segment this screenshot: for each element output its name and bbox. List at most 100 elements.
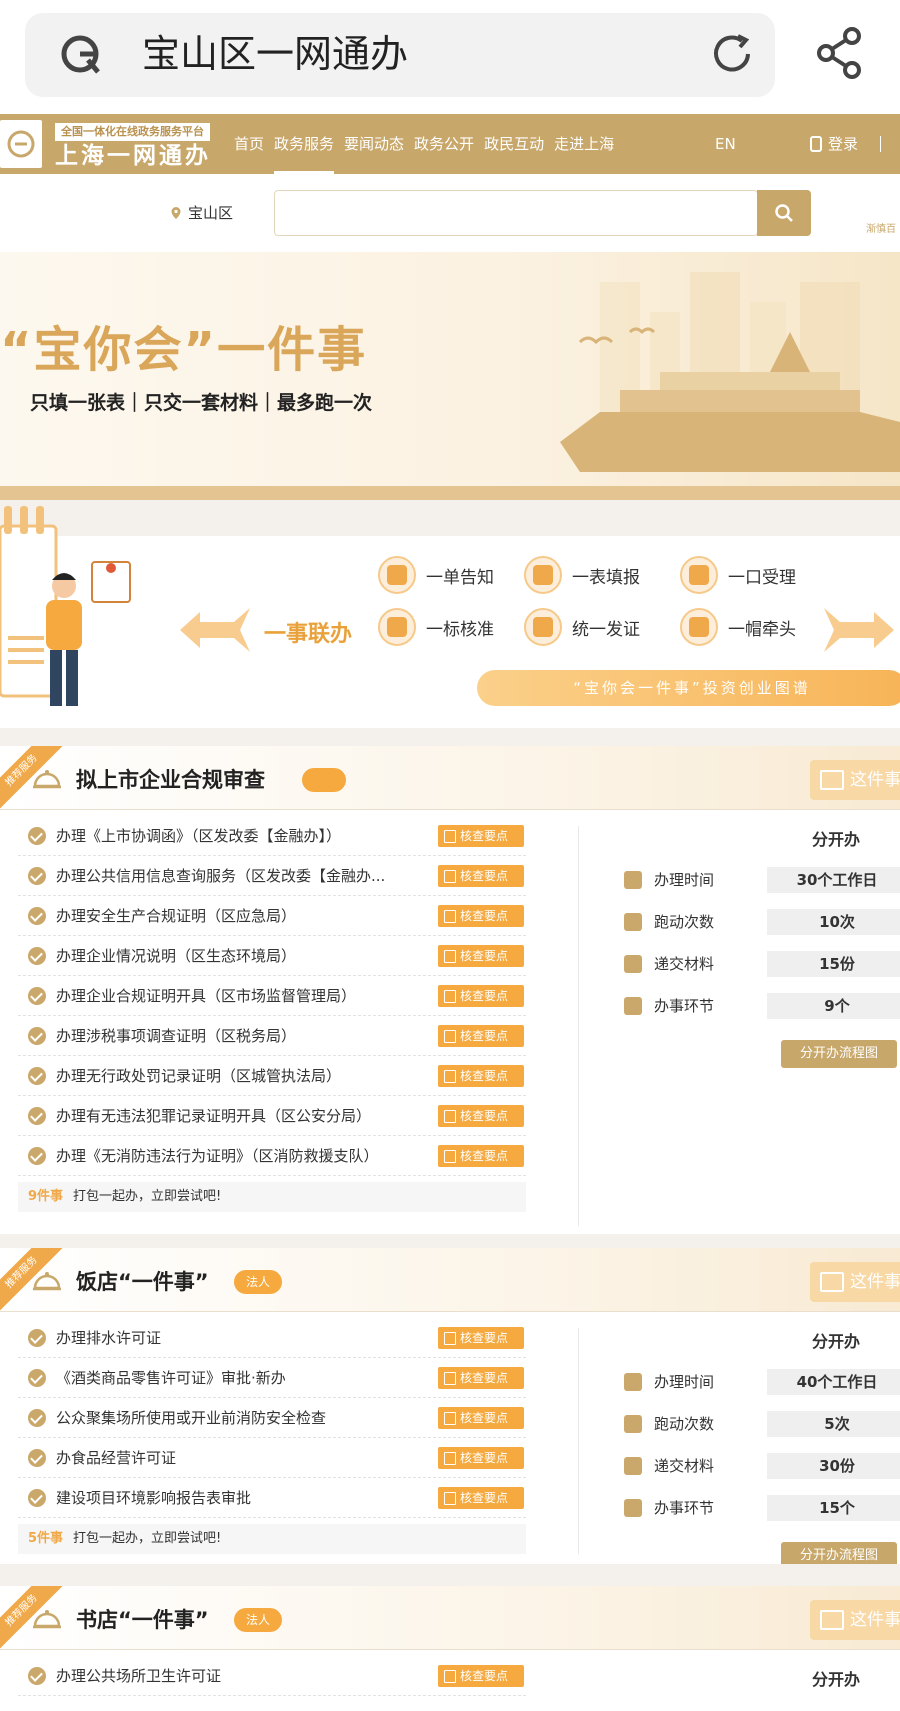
arrows-left-icon — [180, 608, 250, 652]
region-selector[interactable]: 宝山区 — [170, 202, 233, 223]
book-icon — [820, 1610, 844, 1630]
this-matter-button[interactable]: 这件事 — [810, 760, 900, 800]
split-title: 分开办 — [812, 830, 861, 849]
check-points-button[interactable]: 核查要点 — [438, 1327, 524, 1349]
location-pin-icon — [171, 206, 181, 219]
this-matter-button[interactable]: 这件事 — [810, 1262, 900, 1302]
list-item[interactable]: 办食品经营许可证 核查要点 — [18, 1438, 526, 1478]
bundle-footer[interactable]: 9件事 打包一起办，立即尝试吧! — [18, 1182, 526, 1212]
stat-trips: 跑动次数 10次 — [600, 908, 900, 936]
bundle-hint: 打包一起办，立即尝试吧! — [73, 1531, 222, 1546]
list-item[interactable]: 办理《上市协调函》（区发改委【金融办】） 核查要点 — [18, 816, 526, 856]
running-icon — [624, 913, 642, 931]
check-points-button[interactable]: 核查要点 — [438, 1367, 524, 1389]
list-item[interactable]: 《酒类商品零售许可证》审批·新办 核查要点 — [18, 1358, 526, 1398]
nav-open-gov[interactable]: 政务公开 — [414, 114, 474, 174]
list-item[interactable]: 办理企业合规证明开具（区市场监督管理局） 核查要点 — [18, 976, 526, 1016]
matter-count: 5件事 — [28, 1531, 64, 1546]
search-button[interactable] — [757, 190, 811, 236]
banner[interactable]: “宝你会”一件事 只填一张表｜只交一套材料｜最多跑一次 — [0, 252, 900, 500]
search-input[interactable] — [274, 190, 758, 236]
stat-value: 15个 — [767, 1495, 900, 1521]
flowchart-button[interactable]: 分开办流程图 — [781, 1040, 897, 1068]
column-divider — [578, 826, 579, 1226]
stat-value: 15份 — [767, 951, 900, 977]
check-circle-icon — [28, 987, 46, 1005]
nav-about-shanghai[interactable]: 走进上海 — [554, 114, 614, 174]
language-switch[interactable]: EN — [715, 114, 736, 174]
check-points-button[interactable]: 核查要点 — [438, 1105, 524, 1127]
share-icon[interactable] — [814, 26, 864, 80]
flowchart-button[interactable]: 分开办流程图 — [781, 1542, 897, 1564]
list-item[interactable]: 办理公共信用信息查询服务（区发改委【金融办... 核查要点 — [18, 856, 526, 896]
search-right-hint: 渐慎百 — [866, 224, 896, 235]
check-points-button[interactable]: 核查要点 — [438, 865, 524, 887]
promo-section: 一事联办 一单告知 一表填报 一口受理 一标核准 统一发证 一帽牵头 “宝你会一… — [0, 506, 900, 728]
phone-icon — [810, 136, 822, 152]
stat-value: 9个 — [767, 993, 900, 1019]
site-name[interactable]: 上海一网通办 — [55, 142, 211, 170]
item-label: 办理有无违法犯罪记录证明开具（区公安分局） — [56, 1107, 372, 1125]
feature-unified-cert: 统一发证 — [524, 608, 640, 646]
nav-gov-services[interactable]: 政务服务 — [274, 114, 335, 174]
document-icon — [624, 997, 642, 1015]
check-points-button[interactable]: 核查要点 — [438, 1145, 524, 1167]
list-item[interactable]: 办理排水许可证 核查要点 — [18, 1318, 526, 1358]
check-points-button[interactable]: 核查要点 — [438, 1447, 524, 1469]
check-points-button[interactable]: 核查要点 — [438, 905, 524, 927]
stat-label: 跑动次数 — [654, 1415, 715, 1433]
list-item[interactable]: 公众聚集场所使用或开业前消防安全检查 核查要点 — [18, 1398, 526, 1438]
login-link[interactable]: 登录 — [810, 114, 858, 174]
check-points-button[interactable]: 核查要点 — [438, 825, 524, 847]
check-circle-icon — [28, 1667, 46, 1685]
stat-value: 5次 — [767, 1411, 900, 1437]
check-points-button[interactable]: 核查要点 — [438, 1665, 524, 1687]
list-item[interactable]: 办理涉税事项调查证明（区税务局） 核查要点 — [18, 1016, 526, 1056]
section-gap — [0, 1234, 900, 1248]
check-points-button[interactable]: 核查要点 — [438, 1487, 524, 1509]
check-points-button[interactable]: 核查要点 — [438, 1407, 524, 1429]
this-matter-label: 这件事 — [850, 1610, 900, 1630]
list-item[interactable]: 办理公共场所卫生许可证 核查要点 — [18, 1656, 526, 1696]
list-item[interactable]: 建设项目环境影响报告表审批 核查要点 — [18, 1478, 526, 1518]
check-points-button[interactable]: 核查要点 — [438, 1025, 524, 1047]
list-item[interactable]: 办理企业情况说明（区生态环境局） 核查要点 — [18, 936, 526, 976]
check-circle-icon — [28, 827, 46, 845]
site-tagline: 全国一体化在线政务服务平台 — [55, 123, 210, 141]
banner-illustration — [560, 272, 900, 472]
service-bell-icon — [33, 1610, 61, 1629]
search-icon — [775, 204, 793, 222]
this-matter-button[interactable]: 这件事 — [810, 1600, 900, 1640]
list-item[interactable]: 办理安全生产合规证明（区应急局） 核查要点 — [18, 896, 526, 936]
investment-map-link[interactable]: “宝你会一件事”投资创业图谱 — [477, 670, 900, 706]
list-item[interactable]: 办理无行政处罚记录证明（区城管执法局） 核查要点 — [18, 1056, 526, 1096]
nav-divider — [880, 136, 881, 152]
stat-time: 办理时间 30个工作日 — [600, 866, 900, 894]
item-label: 建设项目环境影响报告表审批 — [56, 1489, 252, 1507]
check-points-button[interactable]: 核查要点 — [438, 1065, 524, 1087]
service-card: 推荐服务 饭店“一件事” 法人 这件事 办理排水许可证 核查要点 《酒类商品零售许… — [0, 1248, 900, 1564]
feature-label: 一帽牵头 — [728, 619, 796, 640]
nav-home[interactable]: 首页 — [234, 114, 264, 174]
stat-label: 办事环节 — [654, 1499, 715, 1517]
check-points-button[interactable]: 核查要点 — [438, 985, 524, 1007]
check-circle-icon — [28, 1369, 46, 1387]
nav-news[interactable]: 要闻动态 — [344, 114, 404, 174]
stat-value: 30个工作日 — [767, 867, 900, 893]
stat-value: 40个工作日 — [767, 1369, 900, 1395]
reload-icon[interactable] — [708, 30, 756, 78]
list-item[interactable]: 办理《无消防违法行为证明》（区消防救援支队） 核查要点 — [18, 1136, 526, 1176]
list-item[interactable]: 办理有无违法犯罪记录证明开具（区公安分局） 核查要点 — [18, 1096, 526, 1136]
search-row: 宝山区 — [0, 174, 900, 252]
nav-interaction[interactable]: 政民互动 — [484, 114, 544, 174]
item-label: 办理无行政处罚记录证明（区城管执法局） — [56, 1067, 342, 1085]
feature-label: 统一发证 — [572, 619, 640, 640]
check-points-button[interactable]: 核查要点 — [438, 945, 524, 967]
this-matter-label: 这件事 — [850, 1272, 900, 1292]
bundle-footer[interactable]: 5件事 打包一起办，立即尝试吧! — [18, 1524, 526, 1554]
site-logo-icon[interactable] — [0, 120, 42, 168]
feature-single-notice: 一单告知 — [378, 556, 494, 594]
main-nav: 首页 政务服务 要闻动态 政务公开 政民互动 走进上海 — [234, 114, 614, 174]
check-circle-icon — [28, 867, 46, 885]
check-circle-icon — [28, 1449, 46, 1467]
